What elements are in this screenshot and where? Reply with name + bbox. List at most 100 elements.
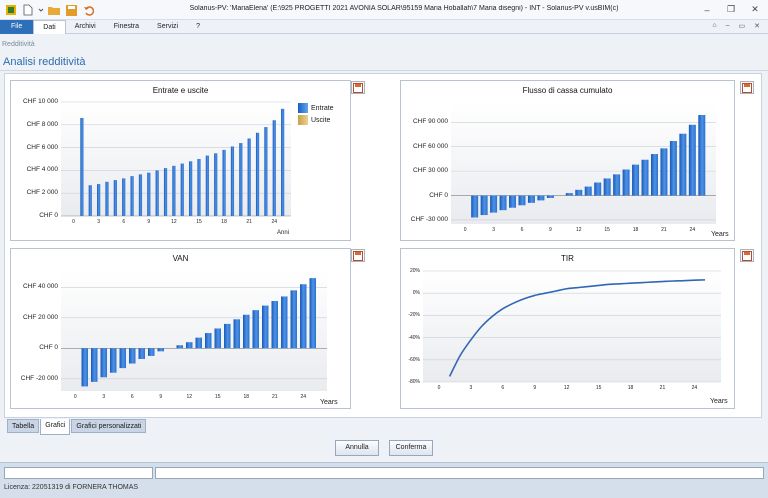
chart-tir: TIR Years 20% 0% -20% -40% -60% -80% 0 3 6 9 12 15 1… [400, 248, 735, 409]
x-tick-label: 12 [563, 385, 570, 391]
chart-title: VAN [172, 254, 189, 263]
tir-line [448, 279, 706, 377]
ribbon-close-icon[interactable]: ✕ [754, 22, 760, 30]
x-tick-label: 3 [492, 227, 495, 233]
menu-servizi[interactable]: Servizi [148, 20, 187, 34]
legend-label-uscite: Uscite [311, 116, 331, 124]
y-tick-label: 20% [409, 268, 420, 274]
close-icon[interactable]: ✕ [748, 3, 762, 16]
chart-van: VAN Years CHF 40 000 CHF 20 000 CHF 0 CHF -… [10, 248, 351, 409]
x-tick-label: 24 [271, 219, 278, 225]
y-tick-label: -40% [408, 334, 420, 341]
conferma-button[interactable]: Conferma [389, 440, 433, 456]
bar-s0-year-9 [546, 195, 554, 198]
x-tick-label: 0 [437, 385, 441, 391]
tab-grafici[interactable]: Grafici [40, 419, 71, 435]
x-tick-label: 18 [221, 219, 227, 225]
y-tick-label: CHF 0 [39, 212, 58, 219]
legend-swatch-uscite [298, 115, 308, 125]
view-tabs: Tabella Grafici Grafici personalizzati [7, 419, 147, 435]
x-tick-label: 0 [72, 219, 75, 225]
y-tick-label: CHF 10 000 [22, 98, 58, 105]
y-tick-label: CHF 90 000 [412, 118, 448, 126]
x-tick-label: 9 [147, 219, 151, 225]
x-tick-label: 18 [632, 227, 639, 233]
save-icon[interactable] [64, 3, 78, 17]
x-tick-label: 0 [73, 394, 77, 400]
floppy-icon [742, 250, 752, 261]
bar-s0-year-15 [603, 178, 611, 196]
bar-s0-year-7 [138, 348, 145, 359]
ribbon-restore-icon[interactable]: ▭ [739, 22, 746, 30]
x-tick-label: 6 [501, 385, 505, 391]
bar-s0-year-24 [272, 120, 276, 216]
x-tick-label: 6 [130, 394, 134, 400]
bar-s0-year-4 [499, 195, 507, 211]
bar-s0-year-19 [641, 159, 649, 196]
bar-s0-year-20 [239, 143, 243, 216]
bar-s0-year-13 [195, 337, 202, 349]
bar-s0-year-13 [180, 163, 184, 216]
bar-s0-year-19 [252, 310, 259, 349]
menu-bar: File Dati Archivi Finestra Servizi ? ⌂ –… [0, 20, 768, 34]
bar-s0-year-10 [155, 170, 159, 216]
menu-help[interactable]: ? [187, 20, 209, 34]
bar-s0-year-21 [660, 148, 668, 196]
menu-archivi[interactable]: Archivi [66, 20, 105, 34]
undo-icon[interactable] [81, 3, 95, 17]
chevron-down-icon[interactable] [38, 3, 44, 17]
bar-s0-year-16 [224, 323, 231, 349]
bar-s0-year-20 [650, 154, 658, 196]
bar-s0-year-1 [80, 117, 84, 216]
floppy-icon [742, 82, 752, 93]
save-chart-button-4[interactable] [740, 249, 754, 262]
bar-s0-year-22 [281, 296, 288, 349]
new-file-icon[interactable] [21, 3, 35, 17]
menu-dati[interactable]: Dati [33, 20, 66, 34]
menu-finestra[interactable]: Finestra [105, 20, 148, 34]
restore-icon[interactable]: ❐ [724, 3, 738, 16]
x-tick-label: 21 [246, 219, 252, 225]
annulla-button[interactable]: Annulla [335, 440, 379, 456]
x-tick-label: 3 [102, 394, 106, 400]
x-tick-label: 9 [159, 394, 163, 400]
bar-s0-year-11 [176, 345, 183, 349]
chart-svg [61, 101, 291, 217]
bar-s0-year-25 [698, 115, 706, 196]
chart-title: Entrate e uscite [152, 86, 209, 95]
x-tick-label: 21 [271, 394, 278, 400]
open-folder-icon[interactable] [47, 3, 61, 17]
x-axis-label: Years [710, 398, 728, 405]
y-tick-label: CHF 30 000 [412, 167, 448, 175]
bar-s0-year-23 [290, 290, 297, 349]
bar-s0-year-16 [205, 155, 209, 216]
home-icon[interactable]: ⌂ [712, 22, 716, 30]
app-logo-icon[interactable] [4, 3, 18, 17]
bar-s0-year-14 [189, 161, 193, 216]
license-text: Licenza: 22051319 di FORNERA THOMAS [4, 484, 139, 491]
x-tick-label: 21 [659, 385, 666, 391]
tab-grafici-personalizzati[interactable]: Grafici personalizzati [71, 419, 147, 433]
y-tick-label: -20% [408, 312, 420, 319]
y-tick-label: CHF 40 000 [22, 283, 58, 291]
y-tick-label: -80% [408, 379, 420, 385]
menu-file[interactable]: File [0, 20, 34, 34]
breadcrumb: Redditività [2, 41, 35, 48]
x-tick-label: 15 [196, 219, 202, 225]
bar-s0-year-1 [471, 195, 479, 218]
y-tick-label: CHF 60 000 [412, 142, 448, 150]
save-chart-button-3[interactable] [351, 249, 365, 262]
bar-s0-year-15 [214, 328, 221, 349]
tab-tabella[interactable]: Tabella [7, 419, 40, 433]
ribbon-minimize-icon[interactable]: – [726, 22, 730, 30]
minimize-icon[interactable]: – [700, 3, 714, 16]
status-field-left [4, 467, 153, 479]
bar-s0-year-14 [205, 333, 212, 349]
bar-s0-year-19 [230, 146, 235, 216]
save-chart-button-2[interactable] [740, 81, 754, 94]
chart-entrate-uscite: Entrate e uscite Anni Entrate Uscite CHF… [10, 80, 351, 241]
x-tick-label: 0 [463, 227, 467, 233]
x-tick-label: 24 [300, 394, 307, 400]
save-chart-button-1[interactable] [351, 81, 365, 94]
bar-s0-year-23 [679, 133, 687, 196]
